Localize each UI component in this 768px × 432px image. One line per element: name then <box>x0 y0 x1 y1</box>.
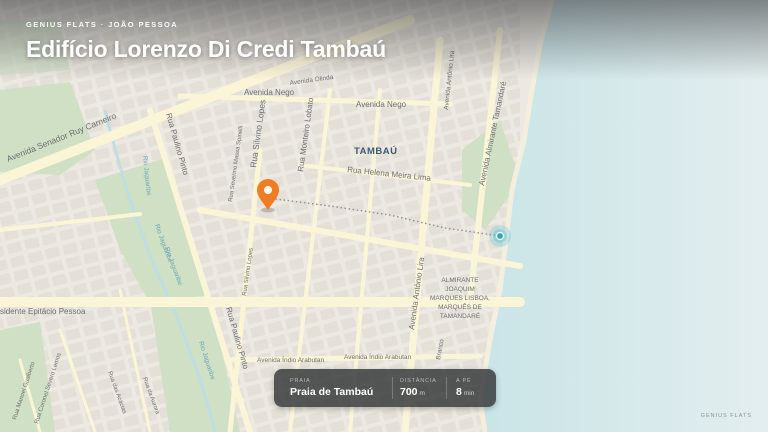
walk-label: A PÉ <box>456 378 472 384</box>
street-label: Avenida Nego <box>356 100 407 109</box>
distance-value: 700 m <box>400 386 425 398</box>
page-title: Edifício Lorenzo Di Credi Tambaú <box>26 36 386 62</box>
route-info-card: PRAIA Praia de Tambaú DISTÂNCIA 700 m A P… <box>274 369 496 407</box>
city-map[interactable]: Avenida Senador Ruy Carneiro Avenida Neg… <box>0 0 768 432</box>
beach-marker[interactable] <box>489 225 511 247</box>
brand-eyebrow: GENIUS FLATS · JOÃO PESSOA <box>26 20 179 29</box>
poi-label-line: ALMIRANTE <box>441 277 479 284</box>
page-header: GENIUS FLATS · JOÃO PESSOA Edifício Lore… <box>26 20 386 63</box>
walk-unit: min <box>463 390 475 397</box>
street-label: Avenida Índio Arabutan <box>344 352 411 361</box>
card-divider <box>446 377 447 399</box>
distance-unit: m <box>419 390 425 397</box>
destination-label: PRAIA <box>290 378 311 384</box>
walk-number: 8 <box>456 386 462 398</box>
neighborhood-label: TAMBAÚ <box>354 145 397 157</box>
poi-label-line: MARQUÊS DE <box>438 302 482 311</box>
street-label: Avenida Índio Arabutan <box>257 355 324 364</box>
card-divider <box>392 377 393 399</box>
street-label: sidente Epitácio Pessoa <box>0 307 86 316</box>
poi-label-line: TAMANDARÉ <box>440 311 481 320</box>
footer-brand: GENIUS FLATS <box>700 413 752 419</box>
distance-number: 700 <box>400 386 418 398</box>
destination-value: Praia de Tambaú <box>290 386 374 398</box>
street-label: Avenida Nego <box>244 88 295 97</box>
poi-label-line: MARQUES LISBOA, <box>430 295 490 302</box>
distance-label: DISTÂNCIA <box>400 378 437 384</box>
poi-label-line: JOAQUIM <box>445 286 475 293</box>
walk-value: 8 min <box>456 386 474 398</box>
